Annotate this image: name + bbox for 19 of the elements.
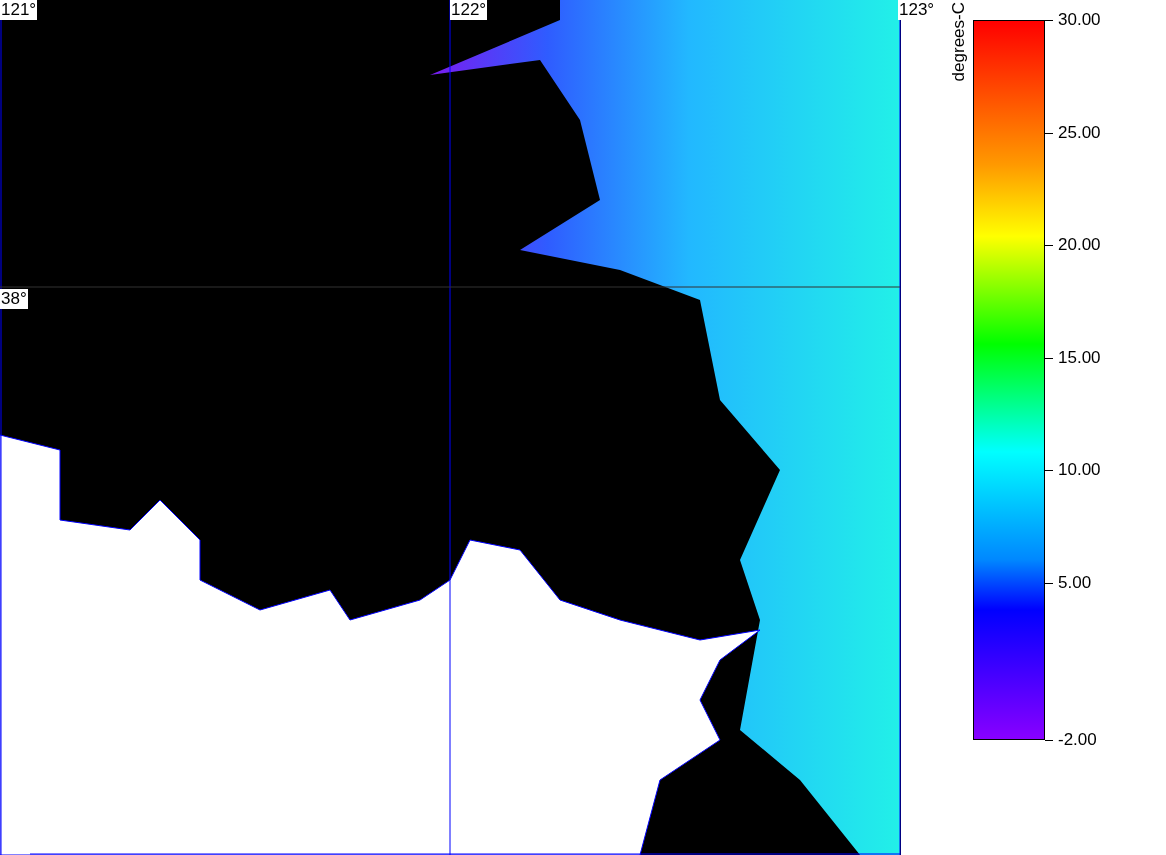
- tick-mark: [1045, 470, 1053, 471]
- tick-mark: [1045, 245, 1053, 246]
- latitude-label: 38°: [0, 289, 28, 309]
- longitude-label: 121°: [0, 0, 38, 20]
- tick-label: 5.00: [1058, 572, 1092, 593]
- tick-label: 15.00: [1058, 347, 1101, 368]
- tick-label: -2.00: [1058, 730, 1097, 750]
- tick-label: 30.00: [1058, 10, 1101, 30]
- tick-mark: [1045, 20, 1053, 21]
- tick-mark: [1045, 740, 1053, 741]
- tick-label: 10.00: [1058, 460, 1101, 480]
- longitude-label: 122°: [450, 0, 488, 20]
- tick-mark: [1045, 357, 1053, 359]
- tick-mark: [1045, 582, 1053, 584]
- colorbar-unit-label: degrees-C: [948, 2, 969, 82]
- longitude-label: 123°: [898, 0, 936, 20]
- tick-label: 25.00: [1058, 122, 1101, 143]
- tick-label: 20.00: [1058, 235, 1101, 255]
- tick-mark: [1045, 132, 1053, 134]
